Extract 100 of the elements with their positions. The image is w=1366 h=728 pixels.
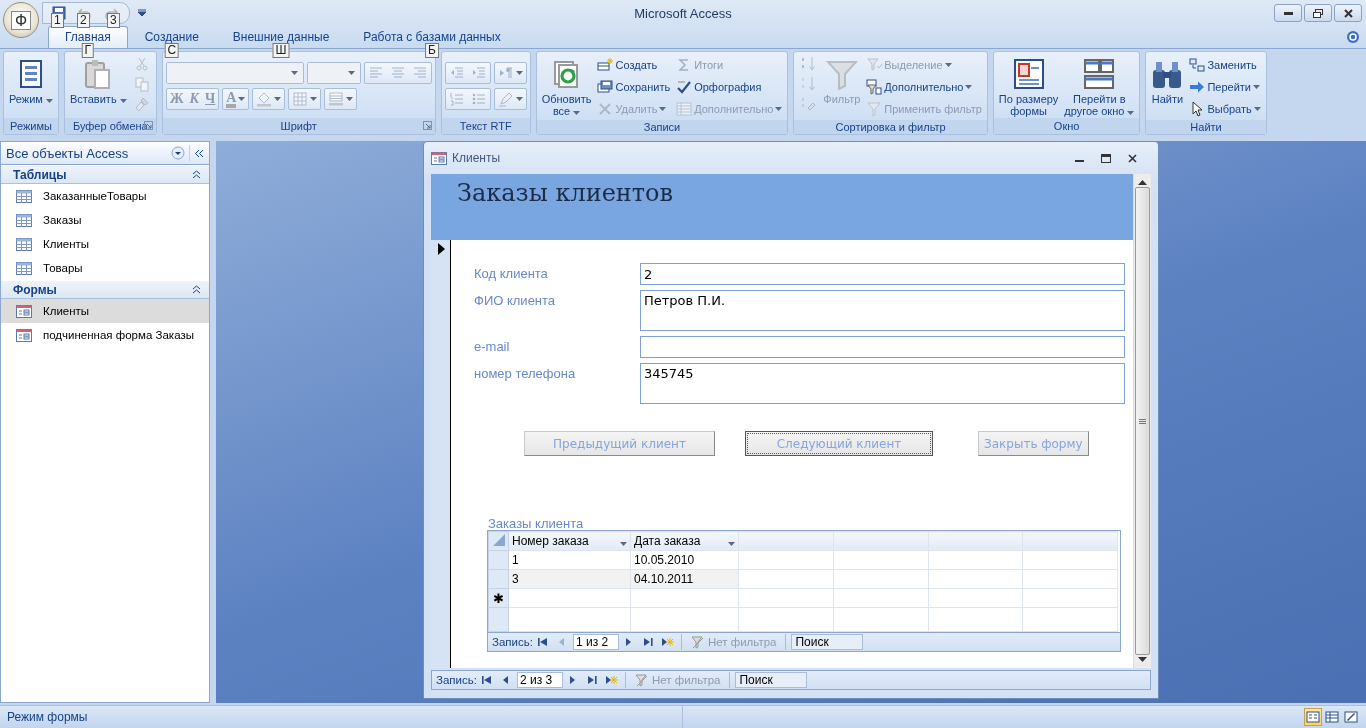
group-label: Режимы bbox=[10, 120, 52, 132]
font-name-field[interactable] bbox=[166, 63, 303, 83]
customize-toolbar-button[interactable] bbox=[138, 9, 146, 17]
close-button[interactable] bbox=[1334, 4, 1362, 22]
ribbon-button[interactable]: Сохранить bbox=[595, 76, 673, 98]
key-tooltip: С bbox=[164, 43, 180, 58]
column-header[interactable]: Номер заказа bbox=[508, 531, 631, 551]
ribbon-button[interactable]: Режим bbox=[7, 54, 55, 116]
last-record-icon bbox=[585, 674, 599, 686]
caret-icon bbox=[46, 99, 53, 103]
restore-button[interactable] bbox=[1304, 4, 1332, 22]
caret-icon bbox=[1253, 107, 1261, 111]
collapse-icon[interactable] bbox=[192, 285, 201, 294]
nav-item[interactable]: подчиненная форма Заказы bbox=[1, 323, 209, 347]
column-header[interactable]: Дата заказа bbox=[630, 531, 739, 551]
datasheet-view-icon bbox=[1325, 710, 1339, 724]
scissors-icon bbox=[133, 56, 150, 72]
align-right-icon bbox=[411, 65, 428, 81]
ribbon-button[interactable]: Выбрать bbox=[1187, 98, 1263, 120]
ribbon-button[interactable]: Дополнительно bbox=[864, 76, 984, 98]
collapse-pane-icon[interactable] bbox=[194, 148, 204, 158]
key-tooltip: 3 bbox=[107, 13, 120, 28]
key-tooltip: 1 bbox=[51, 13, 64, 28]
increase-indent-icon bbox=[470, 65, 487, 81]
filter-icon bbox=[866, 101, 883, 117]
table-cell: 10.05.2010 bbox=[630, 550, 739, 570]
dialog-launcher-icon[interactable] bbox=[422, 121, 432, 130]
caret-icon bbox=[728, 541, 735, 546]
new-record-icon bbox=[604, 674, 618, 686]
nav-item[interactable]: Товары bbox=[1, 256, 209, 280]
key-tooltip: Б bbox=[425, 43, 439, 58]
text-field[interactable]: 345745 bbox=[640, 363, 1125, 404]
collapse-icon[interactable] bbox=[192, 170, 201, 179]
copy-icon bbox=[133, 76, 150, 92]
scroll-down-icon[interactable] bbox=[1138, 657, 1147, 662]
ribbon-button[interactable]: По размеру формы bbox=[996, 54, 1061, 116]
table-icon bbox=[16, 189, 32, 203]
group-label: Окно bbox=[1053, 120, 1080, 132]
design-view-button[interactable] bbox=[1342, 708, 1360, 726]
ribbon-button[interactable]: Создать bbox=[595, 54, 673, 76]
caret-icon bbox=[346, 97, 354, 101]
nav-item[interactable]: Клиенты bbox=[1, 232, 209, 256]
search-field[interactable]: Поиск bbox=[735, 672, 808, 688]
font-size-field[interactable] bbox=[307, 63, 360, 83]
section-header[interactable]: Таблицы bbox=[1, 166, 209, 184]
nav-item[interactable]: Заказы bbox=[1, 208, 209, 232]
sort-descending-icon bbox=[800, 76, 817, 92]
record-number-field[interactable]: 2 из 3 bbox=[516, 672, 563, 688]
window-title: Клиенты bbox=[452, 151, 501, 165]
dropdown-icon[interactable] bbox=[171, 146, 185, 160]
first-record-icon bbox=[480, 674, 494, 686]
section-header[interactable]: Формы bbox=[1, 281, 209, 299]
help-icon[interactable] bbox=[1346, 30, 1360, 44]
ribbon-button[interactable]: Орфография bbox=[674, 76, 785, 98]
caret-icon bbox=[515, 71, 523, 75]
table-icon bbox=[676, 101, 693, 117]
select-all-icon[interactable] bbox=[491, 532, 506, 547]
caret-icon bbox=[138, 9, 146, 17]
scroll-up-icon[interactable] bbox=[1138, 180, 1147, 185]
caret-icon bbox=[573, 111, 581, 115]
table-icon bbox=[16, 237, 32, 251]
key-tooltip: 2 bbox=[77, 13, 90, 28]
subform-label: Заказы клиента bbox=[488, 517, 585, 530]
text-field[interactable]: 2 bbox=[640, 263, 1125, 285]
ribbon-button[interactable]: Перейти bbox=[1187, 76, 1263, 98]
ribbon-button[interactable]: Найти bbox=[1149, 54, 1186, 116]
section-title: Формы bbox=[13, 282, 57, 297]
caret-icon bbox=[1127, 111, 1135, 115]
group-label: Записи bbox=[643, 121, 681, 133]
nav-item[interactable]: ЗаказанныеТовары bbox=[1, 184, 209, 208]
text-field[interactable]: Петров П.И. bbox=[640, 290, 1125, 331]
scroll-thumb[interactable] bbox=[1135, 187, 1150, 655]
ribbon-button[interactable]: Перейти в другое окно bbox=[1062, 54, 1137, 116]
nav-item[interactable]: Клиенты bbox=[1, 299, 209, 323]
field-label: номер телефона bbox=[474, 365, 577, 383]
form-title: Заказы клиентов bbox=[457, 179, 674, 207]
paragraph-direction-icon bbox=[497, 65, 514, 81]
caret-icon bbox=[944, 63, 952, 67]
minimize-button[interactable] bbox=[1274, 4, 1302, 22]
table-cell: 1 bbox=[508, 550, 631, 570]
current-record-icon bbox=[437, 243, 447, 255]
form-icon bbox=[16, 328, 32, 342]
form-view-button[interactable] bbox=[1304, 708, 1322, 726]
section-title: Таблицы bbox=[13, 167, 67, 182]
alternate-rows-icon bbox=[328, 91, 345, 107]
table-icon bbox=[16, 213, 32, 227]
status-text: Режим формы bbox=[7, 710, 88, 724]
ribbon-button[interactable]: Обновить все bbox=[539, 54, 594, 116]
ribbon-button[interactable]: Заменить bbox=[1187, 54, 1263, 76]
record-number-field[interactable]: 1 из 2 bbox=[572, 634, 619, 650]
replace-icon bbox=[1189, 57, 1206, 73]
search-field[interactable]: Поиск bbox=[791, 634, 864, 650]
caret-icon bbox=[965, 85, 973, 89]
datasheet-view-button[interactable] bbox=[1323, 708, 1341, 726]
record-label: Запись: bbox=[436, 674, 477, 686]
office-button[interactable]: Ф bbox=[3, 2, 39, 38]
text-field[interactable] bbox=[640, 336, 1125, 358]
caret-icon bbox=[775, 107, 783, 111]
switch-windows-icon bbox=[1083, 58, 1116, 90]
new-record-icon bbox=[660, 636, 674, 648]
